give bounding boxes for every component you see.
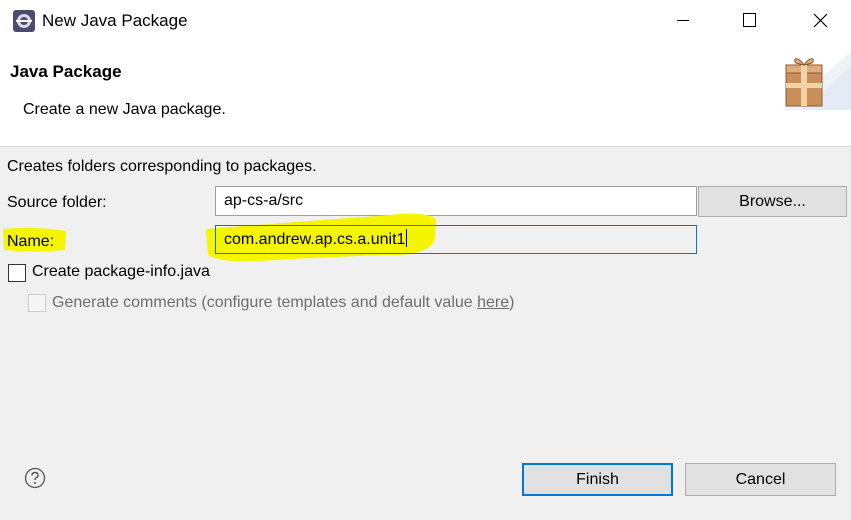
generate-comments-checkbox[interactable] (28, 294, 46, 312)
minimize-icon[interactable] (660, 0, 706, 42)
create-package-info-label[interactable]: Create package-info.java (32, 263, 210, 281)
eclipse-app-icon (13, 10, 35, 32)
help-icon[interactable] (24, 467, 46, 489)
browse-button[interactable]: Browse... (698, 186, 847, 217)
maximize-icon[interactable] (726, 0, 772, 42)
title-bar[interactable]: New Java Package (0, 0, 851, 42)
cancel-button[interactable]: Cancel (685, 463, 836, 496)
package-name-value: com.andrew.ap.cs.a.unit1 (224, 231, 406, 248)
wizard-header: Java Package Create a new Java package. (0, 42, 851, 147)
source-folder-label: Source folder: (7, 194, 107, 211)
configure-templates-link[interactable]: here (477, 294, 509, 311)
window-title: New Java Package (42, 11, 188, 30)
generate-comments-text: Generate comments (configure templates a… (52, 294, 478, 311)
page-title: Java Package (10, 62, 122, 81)
page-description: Create a new Java package. (23, 101, 226, 118)
finish-button[interactable]: Finish (522, 463, 673, 496)
generate-comments-suffix: ) (509, 294, 515, 311)
create-package-info-checkbox[interactable] (8, 264, 26, 282)
package-wizard-banner-icon (782, 52, 851, 110)
text-caret (406, 229, 408, 247)
generate-comments-label: Generate comments (configure templates a… (52, 294, 514, 312)
name-label: Name: (7, 233, 55, 250)
close-icon[interactable] (797, 0, 843, 42)
intro-text: Creates folders corresponding to package… (7, 158, 317, 175)
wizard-body: Creates folders corresponding to package… (0, 147, 851, 520)
package-name-input[interactable]: com.andrew.ap.cs.a.unit1 (215, 225, 697, 254)
